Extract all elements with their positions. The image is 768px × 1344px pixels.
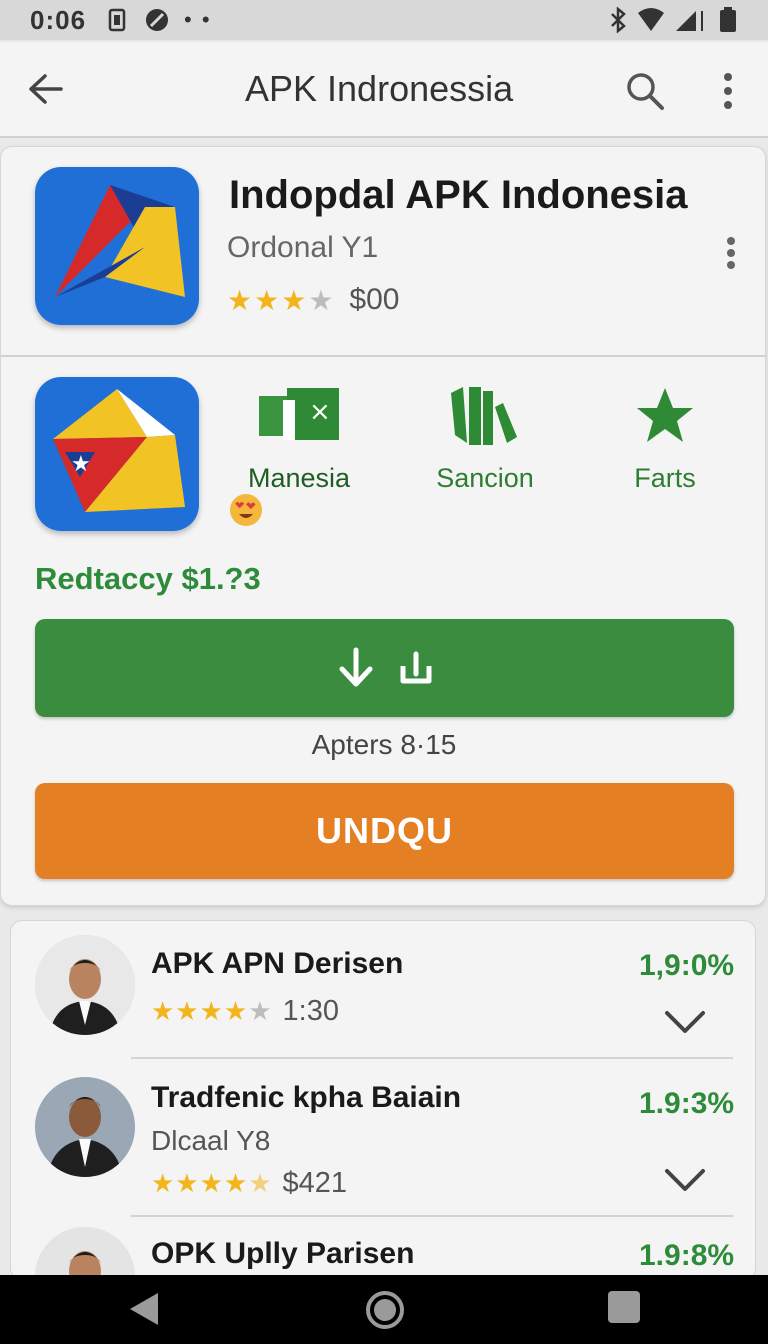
primary-action-button[interactable]: UNDQU — [35, 783, 734, 879]
apk-file-icon: × — [259, 388, 339, 440]
star-icon — [637, 388, 693, 442]
related-apps-list: APK APN Derisen ★★★★★ 1:30 1,9:0% Tradfe… — [10, 920, 756, 1280]
system-nav-bar — [0, 1275, 768, 1344]
rating-stars: ★★★★ — [227, 284, 336, 316]
app-rating: ★★★★ $00 — [227, 283, 399, 317]
item-rating-text: 1:30 — [282, 995, 339, 1027]
svg-text:★: ★ — [71, 452, 91, 477]
item-percent: 1.9:8% — [639, 1239, 735, 1272]
nav-recents-icon[interactable] — [608, 1291, 640, 1323]
feature-label: Sancion — [436, 463, 534, 493]
card-overflow-button[interactable] — [717, 233, 745, 273]
feature-label: Farts — [634, 463, 696, 493]
dnd-icon — [146, 9, 169, 31]
app-price: $00 — [349, 283, 400, 316]
books-icon — [451, 387, 517, 445]
avatar — [35, 1227, 135, 1279]
nav-back-icon[interactable] — [126, 1291, 164, 1327]
vibrate-icon — [108, 8, 126, 32]
list-item[interactable]: OPK Uplly Parisen 1.9:8% — [11, 1219, 755, 1279]
overflow-menu-button[interactable] — [710, 66, 746, 116]
app-developer: Ordonal Y1 — [227, 231, 379, 264]
back-button[interactable] — [22, 66, 68, 112]
item-rating: ★★★★★ $421 — [151, 1167, 348, 1199]
bluetooth-icon — [611, 7, 626, 33]
list-item[interactable]: Tradfenic kpha Baiain Dlcaal Y8 ★★★★★ $4… — [11, 1061, 755, 1213]
avatar — [35, 1077, 135, 1177]
wifi-icon — [638, 8, 664, 31]
chevron-down-icon — [665, 1011, 705, 1033]
back-arrow-icon — [29, 74, 63, 104]
more-vert-icon — [724, 73, 732, 109]
version-info: Apters 8·15 — [311, 729, 457, 760]
app-bar: APK Indronessia — [0, 42, 768, 138]
nav-home-icon[interactable] — [364, 1289, 406, 1331]
price-label: Redtaccy $1.?3 — [35, 561, 261, 596]
expand-button[interactable] — [661, 1165, 709, 1195]
more-notifications-icon: • • — [184, 7, 212, 32]
expand-button[interactable] — [661, 1007, 709, 1037]
item-title: OPK Uplly Parisen — [151, 1237, 415, 1270]
app-icon[interactable] — [35, 167, 199, 325]
battery-icon — [720, 7, 736, 32]
feature-label: Manesia — [247, 463, 351, 493]
download-button[interactable] — [35, 619, 734, 717]
search-icon — [627, 73, 664, 110]
app-bar-title: APK Indronessia — [245, 68, 514, 109]
item-rating: ★★★★★ 1:30 — [151, 995, 339, 1027]
secondary-app-icon[interactable]: ★ — [35, 377, 199, 531]
item-title: Tradfenic kpha Baiain — [151, 1081, 462, 1114]
status-time: 0:06 — [30, 4, 87, 35]
avatar — [35, 935, 135, 1035]
status-bar: 0:06 • • — [0, 0, 768, 40]
chevron-down-icon — [665, 1169, 705, 1191]
download-arrow-icon — [339, 647, 372, 687]
feature-farts[interactable]: Farts — [595, 383, 735, 494]
item-subtitle: Dlcaal Y8 — [151, 1125, 271, 1156]
item-percent: 1.9:3% — [639, 1087, 735, 1120]
app-detail-card: Indopdal APK Indonesia Ordonal Y1 ★★★★ $… — [0, 146, 767, 906]
heart-eyes-emoji-icon — [229, 493, 263, 527]
item-title: APK APN Derisen — [151, 947, 404, 980]
feature-sancion[interactable]: Sancion — [415, 383, 555, 494]
svg-text:×: × — [309, 397, 331, 427]
divider — [131, 1057, 733, 1059]
divider — [1, 355, 767, 357]
install-icon — [400, 651, 431, 684]
item-percent: 1,9:0% — [639, 949, 735, 982]
more-vert-icon — [727, 237, 735, 269]
divider — [131, 1215, 733, 1217]
signal-icon — [676, 11, 703, 31]
app-title: Indopdal APK Indonesia — [229, 173, 688, 217]
list-item[interactable]: APK APN Derisen ★★★★★ 1:30 1,9:0% — [11, 921, 755, 1057]
item-rating-text: $421 — [282, 1167, 348, 1199]
feature-manesia[interactable]: × Manesia — [229, 383, 369, 494]
search-button[interactable] — [620, 66, 670, 116]
